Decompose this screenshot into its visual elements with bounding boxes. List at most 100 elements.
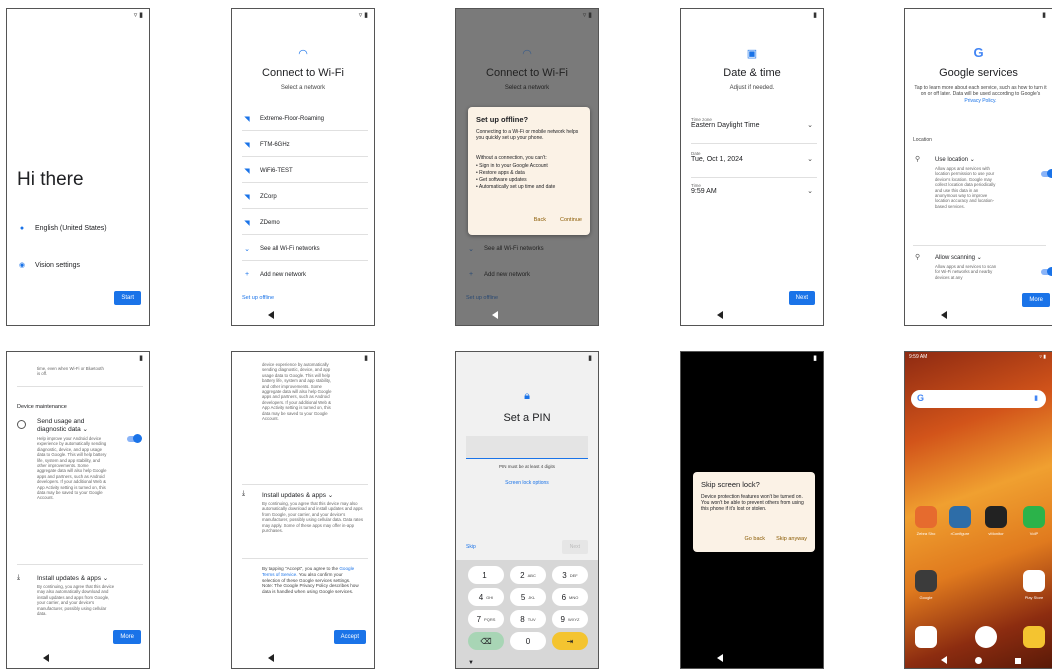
accept-button[interactable]: Accept bbox=[333, 630, 366, 644]
wifi-lock-icon: ◥ bbox=[244, 116, 250, 123]
back-nav-icon[interactable] bbox=[717, 311, 723, 319]
chevron-down-icon: ⌄ bbox=[976, 255, 982, 261]
chrome-icon[interactable] bbox=[975, 626, 997, 648]
back-nav-icon[interactable] bbox=[43, 654, 49, 662]
use-location-title[interactable]: Use location ⌄ bbox=[935, 156, 975, 163]
continued-text: time, even when Wi-Fi or Bluetooth is of… bbox=[37, 366, 104, 377]
status-icons: ▿ ▮ bbox=[582, 12, 592, 19]
enter-key[interactable]: ⇥ bbox=[552, 632, 588, 650]
page-subtitle: Select a network bbox=[504, 85, 550, 91]
timezone-field[interactable]: Time zone Eastern Daylight Time ⌄ bbox=[691, 117, 817, 141]
send-usage-toggle[interactable] bbox=[127, 434, 142, 443]
vmonitor-app-icon[interactable] bbox=[985, 506, 1007, 528]
status-icons: ▮ bbox=[364, 355, 368, 362]
keypad-key[interactable]: 0 bbox=[510, 632, 546, 650]
wifi-network-item[interactable]: ◥ WiFi6-TEST bbox=[242, 167, 368, 175]
back-button[interactable]: Back bbox=[534, 217, 546, 223]
continue-button[interactable]: Continue bbox=[560, 217, 582, 223]
wifi-lock-icon: ◥ bbox=[244, 194, 250, 201]
screen-lock-options-link[interactable]: Screen lock options bbox=[456, 480, 598, 486]
calendar-icon: ▣ bbox=[746, 48, 758, 60]
send-usage-title[interactable]: Send usage and diagnostic data ⌄ bbox=[37, 418, 107, 433]
wifi-lock-icon: ◥ bbox=[244, 220, 250, 227]
keypad-key[interactable]: 5 JKL bbox=[510, 588, 546, 606]
page-subtitle: Select a network bbox=[280, 85, 326, 91]
play-store-icon[interactable] bbox=[1023, 570, 1045, 592]
add-network[interactable]: + Add new network bbox=[242, 271, 368, 278]
plus-icon: + bbox=[244, 271, 250, 278]
date-field[interactable]: Date Tue, Oct 1, 2024 ⌄ bbox=[691, 151, 817, 175]
wifi-icon: ◠ bbox=[522, 48, 532, 60]
wifi-network-item[interactable]: ◥ Extreme-Floor-Roaming bbox=[242, 115, 368, 123]
see-all-networks[interactable]: ⌄ See all Wi-Fi networks bbox=[242, 245, 368, 253]
time-field[interactable]: Time 9:59 AM ⌄ bbox=[691, 183, 817, 207]
rconfigure-app-icon[interactable] bbox=[949, 506, 971, 528]
language-selector[interactable]: ● English (United States) bbox=[17, 225, 143, 232]
screen-device-maintenance: ▮ time, even when Wi-Fi or Bluetooth is … bbox=[6, 351, 150, 669]
back-nav-icon[interactable] bbox=[268, 311, 274, 319]
allow-scanning-desc: Allow apps and services to scan for Wi-F… bbox=[935, 264, 997, 280]
wifi-network-item[interactable]: ◥ ZDemo bbox=[242, 219, 368, 227]
install-updates-title[interactable]: Install updates & apps ⌄ bbox=[37, 574, 108, 582]
keypad-key[interactable]: 3 DEF bbox=[552, 566, 588, 584]
next-button[interactable]: Next bbox=[561, 540, 588, 554]
install-updates-title[interactable]: Install updates & apps ⌄ bbox=[262, 491, 333, 499]
start-button[interactable]: Start bbox=[114, 291, 141, 305]
offline-dialog: Set up offline? Connecting to a Wi-Fi or… bbox=[468, 107, 590, 235]
next-button[interactable]: Next bbox=[788, 291, 815, 305]
go-back-button[interactable]: Go back bbox=[745, 536, 765, 542]
pin-icon: ⚲ bbox=[915, 254, 921, 261]
set-up-offline-link[interactable]: Set up offline bbox=[466, 295, 498, 301]
keyboard-hide-icon[interactable]: ▼ bbox=[468, 660, 474, 666]
vision-settings[interactable]: ◉ Vision settings bbox=[17, 261, 143, 270]
wifi-network-item[interactable]: ◥ FTM-6GHz bbox=[242, 141, 368, 149]
chevron-down-icon: ⌄ bbox=[807, 188, 813, 195]
backspace-key[interactable]: ⌫ bbox=[468, 632, 504, 650]
use-location-desc: Allow apps and services with location pe… bbox=[935, 166, 996, 209]
nav-home-icon[interactable] bbox=[975, 657, 982, 664]
screen-date-time: ▮ ▣ Date & time Adjust if needed. Time z… bbox=[680, 8, 824, 326]
nav-back-icon[interactable] bbox=[941, 656, 947, 664]
keypad-key[interactable]: 8 TUV bbox=[510, 610, 546, 628]
allow-scanning-title[interactable]: Allow scanning ⌄ bbox=[935, 254, 982, 261]
back-nav-icon[interactable] bbox=[717, 654, 723, 662]
keypad-key[interactable]: 6 MNO bbox=[552, 588, 588, 606]
skip-anyway-button[interactable]: Skip anyway bbox=[776, 536, 807, 542]
set-up-offline-link[interactable]: Set up offline bbox=[242, 295, 274, 301]
status-icons: ▮ bbox=[588, 355, 592, 362]
back-nav-icon[interactable] bbox=[941, 311, 947, 319]
keypad-key[interactable]: 1 bbox=[468, 566, 504, 584]
keypad-key[interactable]: 9 WXYZ bbox=[552, 610, 588, 628]
pin-input[interactable] bbox=[466, 436, 588, 459]
google-search-bar[interactable]: G ▮ bbox=[911, 390, 1046, 408]
dialog-text: Connecting to a Wi-Fi or mobile network … bbox=[476, 129, 579, 141]
status-icons: ▿ ▮ bbox=[133, 12, 143, 19]
screen-home: 9:59 AM ▿ ▮ G ▮ Zebra Sho rConfigure vMo… bbox=[904, 351, 1052, 669]
google-folder-icon[interactable] bbox=[915, 570, 937, 592]
skip-lock-dialog: Skip screen lock? Device protection feat… bbox=[693, 472, 815, 552]
keypad-key[interactable]: 7 PQRS bbox=[468, 610, 504, 628]
voip-app-icon[interactable] bbox=[1023, 506, 1045, 528]
mic-icon[interactable]: ▮ bbox=[1034, 394, 1038, 402]
skip-button[interactable]: Skip bbox=[466, 544, 476, 550]
camera-icon[interactable] bbox=[1023, 626, 1045, 648]
back-nav-icon[interactable] bbox=[268, 654, 274, 662]
page-title: Google services bbox=[939, 67, 1018, 79]
add-network[interactable]: + Add new network bbox=[466, 271, 592, 278]
allow-scanning-toggle[interactable] bbox=[1041, 267, 1052, 276]
download-icon: ⤓ bbox=[242, 490, 246, 497]
status-icons: ▮ bbox=[1042, 12, 1046, 19]
see-all-networks[interactable]: ⌄ See all Wi-Fi networks bbox=[466, 245, 592, 253]
back-nav-icon[interactable] bbox=[492, 311, 498, 319]
more-button[interactable]: More bbox=[113, 630, 141, 644]
wifi-network-item[interactable]: ◥ ZCorp bbox=[242, 193, 368, 201]
keypad-key[interactable]: 4 GHI bbox=[468, 588, 504, 606]
keypad-key[interactable]: 2 ABC bbox=[510, 566, 546, 584]
privacy-policy-link[interactable]: Privacy Policy. bbox=[964, 98, 996, 104]
nav-recents-icon[interactable] bbox=[1015, 658, 1021, 664]
gmail-icon[interactable] bbox=[915, 626, 937, 648]
dialog-bullet: • Get software updates bbox=[476, 177, 527, 183]
screen-offline-dialog: ▿ ▮ ◠ Connect to Wi-Fi Select a network … bbox=[455, 8, 599, 326]
use-location-toggle[interactable] bbox=[1041, 169, 1052, 178]
zebra-app-icon[interactable] bbox=[915, 506, 937, 528]
